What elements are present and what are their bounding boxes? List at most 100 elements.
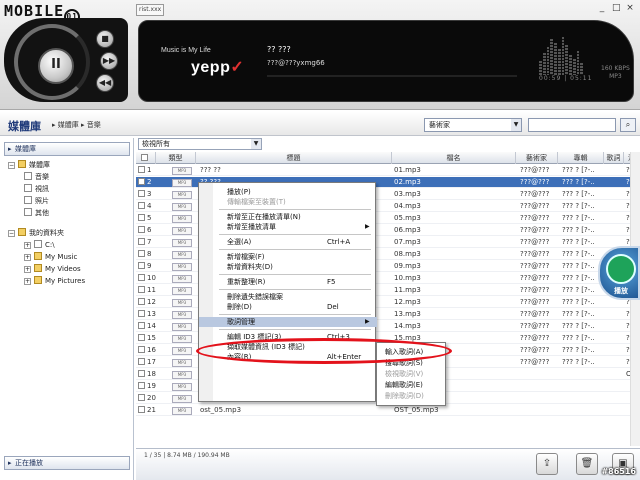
column-filename[interactable]: 檔名 (392, 152, 516, 164)
tree-item-label: 其他 (35, 209, 49, 217)
row-checkbox[interactable]: 2 (138, 177, 156, 188)
row-checkbox[interactable]: 14 (138, 321, 156, 332)
tree-item-label: My Pictures (45, 277, 86, 285)
sidebar-header-now-playing[interactable]: 正在播放 (4, 456, 130, 470)
expand-toggle-icon[interactable]: + (24, 254, 31, 261)
row-checkbox[interactable]: 5 (138, 213, 156, 224)
folder-icon (18, 160, 26, 168)
table-row[interactable]: 21 MP3 ost_05.mp3 OST_05.mp3 (136, 405, 640, 416)
context-menu-item[interactable]: 新增檔案(F) (199, 252, 377, 262)
transfer-icon[interactable]: ⇪ (536, 453, 558, 475)
row-checkbox[interactable]: 13 (138, 309, 156, 320)
photo-icon (24, 196, 32, 204)
context-menu-item[interactable]: 新增資料夾(D) (199, 262, 377, 272)
expand-toggle-icon[interactable]: + (24, 242, 31, 249)
lyrics-submenu-item[interactable]: 輸入歌詞(A) (377, 347, 447, 358)
row-checkbox[interactable]: 4 (138, 201, 156, 212)
sort-select[interactable]: 藝術家 ▼ (424, 118, 522, 132)
context-menu-item[interactable]: 新增至正在播放清單(N) (199, 212, 377, 222)
tree-item[interactable]: + My Pictures (24, 276, 85, 286)
sidebar-header-library[interactable]: 媒體庫 (4, 142, 130, 156)
row-checkbox[interactable]: 15 (138, 333, 156, 344)
context-menu-item[interactable]: 刪除(D) Del (199, 302, 377, 312)
row-checkbox[interactable]: 18 (138, 369, 156, 380)
type-badge: MP3 (172, 189, 196, 200)
cell-album: ??? ? [?-.. (562, 358, 595, 366)
row-checkbox[interactable]: 9 (138, 261, 156, 272)
row-checkbox[interactable]: 8 (138, 249, 156, 260)
row-checkbox[interactable]: 12 (138, 297, 156, 308)
column-album[interactable]: 專輯 (558, 152, 604, 164)
search-icon[interactable]: ⌕ (620, 118, 636, 132)
pause-button[interactable]: II (38, 48, 74, 84)
lyrics-submenu-item[interactable]: 搜尋歌詞(S) (377, 358, 447, 369)
tree-item[interactable]: 其他 (24, 208, 49, 218)
cell-artist: ???@??? (520, 214, 550, 222)
tree-item[interactable]: 音樂 (24, 172, 49, 182)
context-menu-item[interactable]: 全選(A) Ctrl+A (199, 237, 377, 247)
previous-button[interactable]: ◀◀ (96, 74, 114, 92)
expand-toggle-icon[interactable]: − (8, 230, 15, 237)
tree-item-label: 我的資料夾 (29, 229, 64, 237)
row-checkbox[interactable]: 11 (138, 285, 156, 296)
tree-item[interactable]: − 我的資料夾 (8, 228, 64, 238)
context-menu-item[interactable]: 內容(R) Alt+Enter (199, 352, 377, 362)
menu-separator (219, 274, 371, 275)
tree-item[interactable]: + My Music (24, 252, 77, 262)
cell-artist: ???@??? (520, 346, 550, 354)
row-checkbox[interactable]: 21 (138, 405, 156, 416)
context-menu-item[interactable]: 歌詞管理 ▶ (199, 317, 377, 327)
lyrics-submenu-item[interactable]: 編輯歌詞(E) (377, 380, 447, 391)
row-checkbox[interactable]: 17 (138, 357, 156, 368)
select-all-checkbox[interactable] (136, 152, 156, 164)
expand-toggle-icon[interactable]: − (8, 162, 15, 169)
tree-item[interactable]: + C:\ (24, 240, 55, 250)
context-menu-item[interactable]: 新增至播放清單 ▶ (199, 222, 377, 232)
view-filter-select[interactable]: 檢視所有 ▼ (138, 138, 262, 150)
context-menu-item[interactable]: 重新整理(R) F5 (199, 277, 377, 287)
mini-player-widget[interactable]: 播放 (598, 246, 640, 300)
row-checkbox[interactable]: 20 (138, 393, 156, 404)
context-menu-item[interactable]: 播放(P) (199, 187, 377, 197)
close-icon[interactable]: × (626, 4, 634, 13)
tree-item-label: My Music (45, 253, 78, 261)
menu-separator (219, 314, 371, 315)
row-checkbox[interactable]: 1 (138, 165, 156, 176)
stop-button[interactable]: ■ (96, 30, 114, 48)
row-checkbox[interactable]: 19 (138, 381, 156, 392)
maximize-icon[interactable]: □ (612, 4, 621, 13)
trash-icon[interactable]: 🗑 (576, 453, 598, 475)
skin-select[interactable]: rist.xxx (136, 4, 164, 16)
column-lyrics[interactable]: 歌詞 (604, 152, 624, 164)
row-checkbox[interactable]: 7 (138, 237, 156, 248)
context-menu-item[interactable]: 編輯 ID3 標記(3) Ctrl+3 (199, 332, 377, 342)
column-artist[interactable]: 藝術家 (516, 152, 558, 164)
context-menu: 播放(P) 傳輸檔案至裝置(T) 新增至正在播放清單(N) 新增至播放清單 ▶ 全選(A)… (198, 182, 377, 402)
column-title[interactable]: 標題 (196, 152, 392, 164)
tree-item[interactable]: 視訊 (24, 184, 49, 194)
next-button[interactable]: ▶▶ (100, 52, 118, 70)
row-checkbox[interactable]: 6 (138, 225, 156, 236)
row-checkbox[interactable]: 16 (138, 345, 156, 356)
expand-toggle-icon[interactable]: + (24, 278, 31, 285)
sidebar: 媒體庫 − 媒體庫音樂視訊照片其他 − 我的資料夾 + C:\ + My Music + My V… (0, 138, 134, 480)
cell-artist: ???@??? (520, 190, 550, 198)
eq-bar (569, 55, 572, 75)
expand-toggle-icon[interactable]: + (24, 266, 31, 273)
column-type[interactable]: 類型 (156, 152, 196, 164)
table-row[interactable]: 1MP3??? ??01.mp3???@?????? ? [?-..?? (136, 165, 640, 176)
row-checkbox[interactable]: 3 (138, 189, 156, 200)
minimize-icon[interactable]: _ (598, 4, 606, 13)
search-input[interactable] (528, 118, 616, 132)
tree-item[interactable]: 照片 (24, 196, 49, 206)
tree-item[interactable]: − 媒體庫 (8, 160, 50, 170)
submenu-arrow-icon: ▶ (365, 223, 370, 230)
playback-controls: II ■ ▶▶ ◀◀ (4, 18, 128, 102)
row-checkbox[interactable]: 10 (138, 273, 156, 284)
eq-bar (542, 53, 546, 75)
cell-artist: ???@??? (520, 286, 550, 294)
context-menu-item[interactable]: 擷取媒體資訊 (ID3 標記) (199, 342, 377, 352)
tree-item[interactable]: + My Videos (24, 264, 81, 274)
progress-bar[interactable] (267, 75, 517, 77)
context-menu-item[interactable]: 刪除遺失錯誤檔案 (199, 292, 377, 302)
